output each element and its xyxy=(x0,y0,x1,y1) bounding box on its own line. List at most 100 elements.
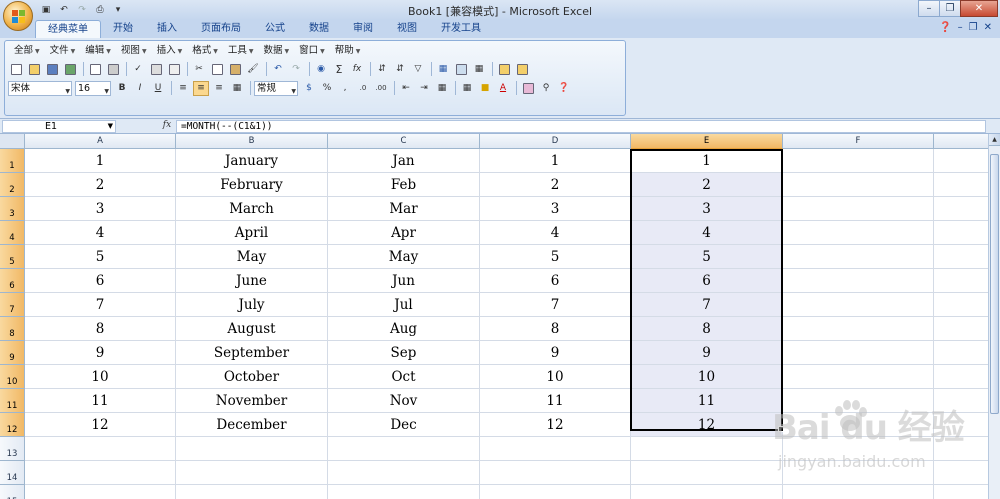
office-button[interactable] xyxy=(3,1,33,31)
number-format-select[interactable]: 常规 ▼ xyxy=(254,80,298,96)
cell[interactable] xyxy=(783,173,934,197)
tab-page-layout[interactable]: 页面布局 xyxy=(189,20,253,38)
sort-descending-icon[interactable]: ⇵ xyxy=(392,62,408,77)
menu-window[interactable]: 窗口 ▼ xyxy=(294,44,330,58)
menu-insert[interactable]: 插入 ▼ xyxy=(152,44,188,58)
undo-icon[interactable]: ↶ xyxy=(270,62,286,77)
cell[interactable]: 12 xyxy=(25,413,176,437)
column-header-c[interactable]: C xyxy=(328,134,480,149)
redo-icon[interactable]: ↷ xyxy=(288,62,304,77)
cell[interactable] xyxy=(783,485,934,499)
signature-icon[interactable] xyxy=(496,62,512,77)
menu-data[interactable]: 数据 ▼ xyxy=(258,44,294,58)
menu-edit[interactable]: 编辑 ▼ xyxy=(80,44,116,58)
cell[interactable] xyxy=(25,461,176,485)
cell[interactable] xyxy=(934,413,988,437)
row-header[interactable]: 11 xyxy=(0,389,25,413)
row-header[interactable]: 6 xyxy=(0,269,25,293)
cell[interactable] xyxy=(783,365,934,389)
cell[interactable] xyxy=(934,437,988,461)
font-color-icon[interactable]: A xyxy=(495,81,511,96)
cell[interactable]: 3 xyxy=(480,197,631,221)
cell[interactable] xyxy=(480,461,631,485)
sort-ascending-icon[interactable]: ⇵ xyxy=(374,62,390,77)
cell[interactable]: May xyxy=(176,245,328,269)
cell[interactable] xyxy=(480,437,631,461)
spelling-icon[interactable]: ✓ xyxy=(130,62,146,77)
column-header-a[interactable]: A xyxy=(25,134,176,149)
cell[interactable]: 1 xyxy=(631,149,783,173)
cell[interactable]: 1 xyxy=(25,149,176,173)
borders-icon[interactable]: ▦ xyxy=(459,81,475,96)
cell[interactable] xyxy=(934,197,988,221)
bold-icon[interactable]: B xyxy=(114,81,130,96)
cell[interactable] xyxy=(783,317,934,341)
scroll-thumb[interactable] xyxy=(990,154,999,414)
cell[interactable]: 6 xyxy=(480,269,631,293)
column-header-b[interactable]: B xyxy=(176,134,328,149)
cell[interactable]: 5 xyxy=(631,245,783,269)
menu-all[interactable]: 全部 ▼ xyxy=(9,44,45,58)
cell[interactable] xyxy=(480,485,631,499)
folder-icon[interactable] xyxy=(514,62,530,77)
row-header[interactable]: 9 xyxy=(0,341,25,365)
cell[interactable]: 6 xyxy=(631,269,783,293)
cell[interactable]: 1 xyxy=(480,149,631,173)
cell[interactable] xyxy=(783,461,934,485)
formula-input[interactable]: =MONTH(--(C1&1)) xyxy=(176,120,986,133)
row-header[interactable]: 10 xyxy=(0,365,25,389)
cell[interactable]: 7 xyxy=(480,293,631,317)
comma-icon[interactable]: , xyxy=(337,81,353,96)
zoom-icon[interactable]: ⚲ xyxy=(538,81,554,96)
cell[interactable] xyxy=(934,461,988,485)
cell[interactable] xyxy=(934,365,988,389)
cell[interactable]: 11 xyxy=(480,389,631,413)
cell[interactable]: 3 xyxy=(631,197,783,221)
menu-format[interactable]: 格式 ▼ xyxy=(187,44,223,58)
cell[interactable]: 4 xyxy=(25,221,176,245)
cell[interactable] xyxy=(934,317,988,341)
cell[interactable]: 10 xyxy=(480,365,631,389)
cell[interactable]: 3 xyxy=(25,197,176,221)
cut-icon[interactable]: ✂ xyxy=(191,62,207,77)
column-header-e[interactable]: E xyxy=(631,134,783,149)
cell[interactable] xyxy=(783,269,934,293)
row-header[interactable]: 3 xyxy=(0,197,25,221)
cell[interactable] xyxy=(631,485,783,499)
merge-center-icon[interactable]: ▦ xyxy=(229,81,245,96)
font-name-select[interactable]: 宋体 ▼ xyxy=(8,80,72,96)
cell[interactable]: Sep xyxy=(328,341,480,365)
cell[interactable]: June xyxy=(176,269,328,293)
cell[interactable] xyxy=(176,485,328,499)
insert-function-icon[interactable]: fx xyxy=(349,62,365,77)
new-icon[interactable] xyxy=(8,62,24,77)
row-header[interactable]: 4 xyxy=(0,221,25,245)
row-header[interactable]: 14 xyxy=(0,461,25,485)
cell[interactable]: Jun xyxy=(328,269,480,293)
cell[interactable] xyxy=(783,389,934,413)
cell[interactable]: October xyxy=(176,365,328,389)
menu-file[interactable]: 文件 ▼ xyxy=(45,44,81,58)
cell[interactable]: 5 xyxy=(480,245,631,269)
cell[interactable]: 9 xyxy=(480,341,631,365)
filter-icon[interactable]: ▽ xyxy=(410,62,426,77)
cell[interactable] xyxy=(25,485,176,499)
underline-icon[interactable]: U xyxy=(150,81,166,96)
cell[interactable]: 2 xyxy=(480,173,631,197)
help-icon[interactable]: ❓ xyxy=(939,22,951,33)
increase-indent-icon[interactable]: ⇥ xyxy=(416,81,432,96)
cell[interactable]: 7 xyxy=(631,293,783,317)
decrease-indent-icon[interactable]: ⇤ xyxy=(398,81,414,96)
cell[interactable]: Dec xyxy=(328,413,480,437)
cell[interactable]: 2 xyxy=(25,173,176,197)
ribbon-minimize-icon[interactable]: – xyxy=(958,22,963,33)
cell[interactable]: Mar xyxy=(328,197,480,221)
align-left-icon[interactable]: ≡ xyxy=(175,81,191,96)
styles-icon[interactable] xyxy=(520,81,536,96)
cell[interactable]: 12 xyxy=(631,413,783,437)
row-header[interactable]: 2 xyxy=(0,173,25,197)
open-icon[interactable] xyxy=(26,62,42,77)
cell[interactable]: 8 xyxy=(480,317,631,341)
row-header[interactable]: 8 xyxy=(0,317,25,341)
research-icon[interactable] xyxy=(148,62,164,77)
